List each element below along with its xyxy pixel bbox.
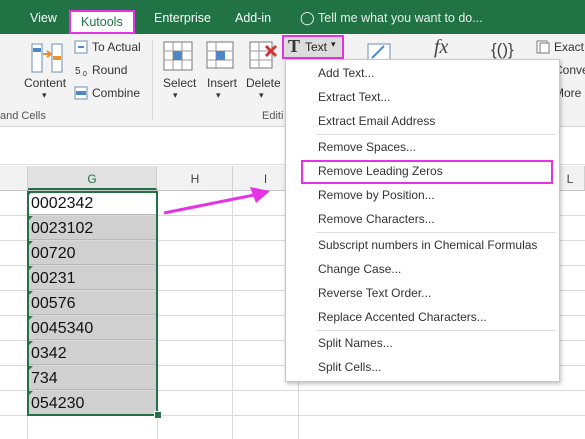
combine-icon — [74, 86, 88, 100]
menu-item-add-text[interactable]: Add Text... — [318, 66, 374, 80]
menu-item-reverse-text-order[interactable]: Reverse Text Order... — [318, 286, 431, 300]
cell-g-5[interactable]: 00576 — [28, 291, 157, 315]
text-t-icon: T — [288, 36, 301, 56]
lightbulb-icon: ◯ — [300, 10, 315, 25]
group-label-editing: Editi — [262, 110, 284, 122]
text-button[interactable]: T Text ▾ — [282, 35, 344, 59]
tab-view[interactable]: View — [30, 0, 57, 34]
error-indicator-icon — [28, 391, 33, 396]
cell-g-8[interactable]: 734 — [28, 366, 157, 390]
cell-value: 0002342 — [31, 195, 94, 212]
exact-icon — [536, 40, 550, 54]
menu-item-remove-spaces[interactable]: Remove Spaces... — [318, 140, 416, 154]
cell-value: 00576 — [31, 295, 76, 312]
error-indicator-icon — [28, 341, 33, 346]
cell-value: 0045340 — [31, 320, 94, 337]
group-label-ranges-cells: and Cells — [0, 110, 46, 122]
round-icon: 5.0 — [74, 63, 88, 78]
menu-item-split-names[interactable]: Split Names... — [318, 336, 393, 350]
content-icon — [30, 40, 64, 76]
cell-value: 0342 — [31, 345, 67, 362]
delete-button[interactable]: Delete — [246, 76, 281, 90]
tab-addin[interactable]: Add-in — [235, 0, 271, 34]
cell-g-3[interactable]: 00720 — [28, 241, 157, 265]
content-dropdown-icon: ▾ — [42, 90, 47, 100]
menu-item-change-case[interactable]: Change Case... — [318, 262, 401, 276]
error-indicator-icon — [28, 191, 33, 196]
menu-separator — [316, 134, 556, 135]
fill-handle[interactable] — [154, 411, 162, 419]
round-button[interactable]: Round — [92, 63, 127, 77]
cell-g-4[interactable]: 00231 — [28, 266, 157, 290]
cell-value: 00231 — [31, 270, 76, 287]
text-dropdown-menu: Add Text... Extract Text... Extract Emai… — [285, 59, 560, 382]
column-header-l[interactable]: L — [556, 166, 585, 190]
formula-fx-icon: fx — [434, 36, 449, 58]
error-indicator-icon — [28, 241, 33, 246]
cell-g-7[interactable]: 0342 — [28, 341, 157, 365]
cell-value: 00720 — [31, 245, 76, 262]
error-indicator-icon — [28, 216, 33, 221]
menu-item-subscript-numbers[interactable]: Subscript numbers in Chemical Formulas — [318, 238, 537, 252]
tab-enterprise[interactable]: Enterprise — [154, 0, 211, 34]
menu-item-extract-text[interactable]: Extract Text... — [318, 90, 390, 104]
exact-copy-button[interactable]: Exact — [554, 40, 584, 54]
text-dropdown-icon: ▾ — [331, 39, 336, 49]
svg-text:.0: .0 — [81, 71, 87, 77]
select-dropdown-icon: ▾ — [173, 90, 178, 100]
select-icon — [162, 40, 194, 72]
cell-g-6[interactable]: 0045340 — [28, 316, 157, 340]
combine-button[interactable]: Combine — [92, 86, 140, 100]
insert-button[interactable]: Insert — [207, 76, 237, 90]
error-indicator-icon — [28, 366, 33, 371]
cell-value: 054230 — [31, 395, 85, 412]
ribbon-separator — [152, 40, 153, 120]
column-header-g[interactable]: G — [28, 166, 157, 190]
delete-icon — [248, 40, 280, 72]
cell-g-9[interactable]: 054230 — [28, 391, 157, 415]
tell-me-search[interactable]: Tell me what you want to do... — [318, 0, 483, 34]
menu-separator — [316, 232, 556, 233]
cell-value: 0023102 — [31, 220, 94, 237]
to-actual-icon — [74, 40, 88, 54]
menu-item-remove-characters[interactable]: Remove Characters... — [318, 212, 435, 226]
menu-item-split-cells[interactable]: Split Cells... — [318, 360, 381, 374]
error-indicator-icon — [28, 291, 33, 296]
insert-dropdown-icon: ▾ — [216, 90, 221, 100]
select-button[interactable]: Select — [163, 76, 196, 90]
to-actual-button[interactable]: To Actual — [92, 40, 141, 54]
menu-separator — [316, 330, 556, 331]
menu-item-remove-leading-zeros[interactable]: Remove Leading Zeros — [318, 164, 443, 178]
row-header-corner — [0, 166, 28, 190]
text-button-label: Text — [305, 40, 328, 54]
menu-item-remove-by-position[interactable]: Remove by Position... — [318, 188, 435, 202]
cell-g-1[interactable]: 0002342 — [28, 191, 157, 215]
error-indicator-icon — [28, 266, 33, 271]
error-indicator-icon — [28, 316, 33, 321]
braces-icon: {()} — [491, 40, 514, 59]
ribbon-tab-bar: View Kutools Enterprise Add-in ◯ Tell me… — [0, 0, 585, 34]
annotation-arrow-icon — [163, 187, 270, 215]
menu-item-extract-email[interactable]: Extract Email Address — [318, 114, 435, 128]
content-button[interactable]: Content — [24, 76, 66, 90]
delete-dropdown-icon: ▾ — [259, 90, 264, 100]
cell-g-2[interactable]: 0023102 — [28, 216, 157, 240]
tab-kutools[interactable]: Kutools — [69, 10, 135, 34]
insert-icon — [205, 40, 237, 72]
cell-value: 734 — [31, 370, 58, 387]
menu-item-replace-accented[interactable]: Replace Accented Characters... — [318, 310, 487, 324]
